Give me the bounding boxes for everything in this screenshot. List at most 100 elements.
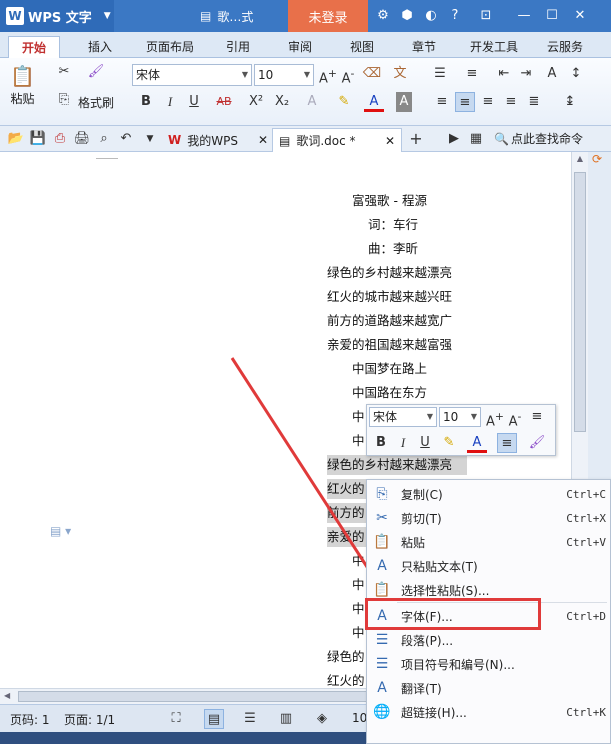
mini-font-size-select[interactable]: 10 ▼	[439, 407, 481, 427]
numbering-icon[interactable]: ≡	[462, 64, 482, 84]
align-center-icon[interactable]: ≡	[455, 92, 475, 112]
tab-page-layout[interactable]: 页面布局	[140, 36, 200, 58]
line-spacing-icon[interactable]: ↨	[560, 92, 580, 112]
menu-item-bullets[interactable]: ☰ 项目符号和编号(N)...	[367, 652, 611, 676]
maximize-icon[interactable]: ☐	[540, 6, 564, 26]
font-size-select[interactable]: 10 ▼	[254, 64, 314, 86]
clear-format-icon[interactable]: ⌫	[362, 64, 382, 84]
close-icon[interactable]: ✕	[385, 134, 395, 148]
chinese-layout-icon[interactable]: A	[542, 64, 562, 84]
save-icon[interactable]: 💾	[28, 129, 48, 149]
font-color-icon[interactable]: A	[364, 92, 384, 112]
tab-review[interactable]: 审阅	[280, 36, 320, 58]
open-folder-icon[interactable]: 📂	[6, 129, 26, 149]
undo-icon[interactable]: ↶	[116, 129, 136, 149]
strikethrough-icon[interactable]: AB	[214, 92, 234, 112]
tab-section[interactable]: 章节	[404, 36, 444, 58]
menu-item-paste[interactable]: 📋 粘贴 Ctrl+V	[367, 530, 611, 554]
scroll-thumb[interactable]	[18, 691, 398, 702]
font-color-icon[interactable]: A	[467, 433, 487, 453]
char-shading-icon[interactable]: A	[396, 92, 412, 112]
underline-icon[interactable]: U	[415, 433, 435, 453]
close-icon[interactable]: ✕	[258, 133, 268, 147]
menu-item-copy[interactable]: ⎘ 复制(C) Ctrl+C	[367, 482, 611, 506]
play-icon[interactable]: ▶	[444, 129, 464, 149]
subscript-icon[interactable]: X₂	[272, 92, 292, 112]
align-left-icon[interactable]: ≡	[432, 92, 452, 112]
grow-font-icon[interactable]: A+	[485, 407, 505, 429]
italic-icon[interactable]: I	[393, 433, 413, 453]
new-tab-icon[interactable]: +	[406, 129, 426, 149]
highlight-icon[interactable]: ✎	[439, 433, 459, 453]
highlight-icon[interactable]: ✎	[334, 92, 354, 112]
login-button[interactable]: 未登录	[288, 0, 368, 32]
menu-item-translate[interactable]: A 翻译(T)	[367, 676, 611, 700]
menu-item-paste-text[interactable]: A 只粘贴文本(T)	[367, 554, 611, 578]
minimize-icon[interactable]: —	[512, 6, 536, 26]
export-pdf-icon[interactable]: ⎙	[50, 129, 70, 149]
paste-button[interactable]: 📋 粘贴	[10, 64, 35, 107]
tab-view[interactable]: 视图	[342, 36, 382, 58]
menu-item-paragraph[interactable]: ☰ 段落(P)...	[367, 628, 611, 652]
more-dropdown-icon[interactable]: ▼	[140, 129, 160, 149]
justify-icon[interactable]: ≡	[501, 92, 521, 112]
superscript-icon[interactable]: X²	[246, 92, 266, 112]
align-icon[interactable]: ≡	[497, 433, 517, 453]
tab-developer[interactable]: 开发工具	[464, 36, 524, 58]
sort-icon[interactable]: ↕	[566, 64, 586, 84]
increase-indent-icon[interactable]: ⇥	[516, 64, 536, 84]
format-painter-icon[interactable]: 🖌	[527, 433, 547, 453]
font-name-select[interactable]: 宋体 ▼	[132, 64, 252, 86]
decrease-indent-icon[interactable]: ⇤	[494, 64, 514, 84]
scroll-up-icon[interactable]: ▲	[574, 154, 586, 166]
paste-options-icon[interactable]: ▤ ▾	[50, 524, 71, 538]
shrink-font-icon[interactable]: A-	[505, 407, 525, 429]
mini-font-name-select[interactable]: 宋体 ▼	[369, 407, 437, 427]
align-right-icon[interactable]: ≡	[478, 92, 498, 112]
bold-icon[interactable]: B	[136, 92, 156, 112]
tab-home[interactable]: 开始	[8, 36, 60, 58]
layout-icon[interactable]: ▦	[466, 129, 486, 149]
menu-item-cut[interactable]: ✂ 剪切(T) Ctrl+X	[367, 506, 611, 530]
print-preview-icon[interactable]: ⌕	[94, 129, 114, 149]
italic-icon[interactable]: I	[160, 92, 180, 112]
tab-insert[interactable]: 插入	[78, 36, 122, 58]
restore-ribbon-icon[interactable]: ⊡	[474, 6, 498, 26]
menu-item-hyperlink[interactable]: 🌐 超链接(H)... Ctrl+K	[367, 700, 611, 724]
theme-icon[interactable]: ◐	[422, 7, 440, 25]
skin-icon[interactable]: ⚙	[374, 7, 392, 25]
scroll-left-icon[interactable]: ◀	[4, 691, 10, 700]
bold-icon[interactable]: B	[371, 433, 391, 453]
tab-references[interactable]: 引用	[218, 36, 258, 58]
underline-icon[interactable]: U	[184, 92, 204, 112]
phonetic-icon[interactable]: 文	[390, 64, 410, 84]
reading-view-icon[interactable]: ▥	[276, 709, 296, 729]
tab-my-wps[interactable]: W 我的WPS ✕	[162, 128, 274, 152]
text-effect-icon[interactable]: A	[302, 92, 322, 112]
tab-cloud[interactable]: 云服务	[540, 36, 590, 58]
format-painter-icon[interactable]: 🖌	[86, 62, 106, 82]
web-view-icon[interactable]: ◈	[312, 709, 332, 729]
help-icon[interactable]: ?	[446, 7, 464, 25]
page-view-icon[interactable]: ▤	[204, 709, 224, 729]
shrink-font-icon[interactable]: A-	[338, 64, 358, 86]
tab-document[interactable]: ▤ 歌词.doc * ✕	[272, 128, 402, 152]
scroll-thumb[interactable]	[574, 172, 586, 432]
doc-line-selected: 红火的	[327, 479, 367, 499]
close-icon[interactable]: ✕	[568, 6, 592, 26]
fullscreen-icon[interactable]: ⛶	[166, 709, 186, 729]
cut-icon[interactable]: ✂	[54, 62, 74, 82]
format-painter-button[interactable]: 格式刷	[78, 94, 114, 111]
distribute-icon[interactable]: ≣	[524, 92, 544, 112]
zoom-level[interactable]: 10	[352, 711, 367, 725]
print-icon[interactable]: 🖨	[72, 129, 92, 149]
grow-font-icon[interactable]: A+	[318, 64, 338, 86]
settings-icon[interactable]: ⬢	[398, 7, 416, 25]
copy-icon[interactable]: ⎘	[54, 90, 74, 110]
line-spacing-icon[interactable]: ≡	[527, 407, 547, 427]
side-tool-icon[interactable]: ⟳	[592, 152, 602, 166]
bullets-icon[interactable]: ☰	[430, 64, 450, 84]
command-search[interactable]: 🔍 点此查找命令	[494, 130, 583, 147]
app-menu-button[interactable]: W WPS 文字 ▼	[0, 0, 114, 32]
outline-view-icon[interactable]: ☰	[240, 709, 260, 729]
